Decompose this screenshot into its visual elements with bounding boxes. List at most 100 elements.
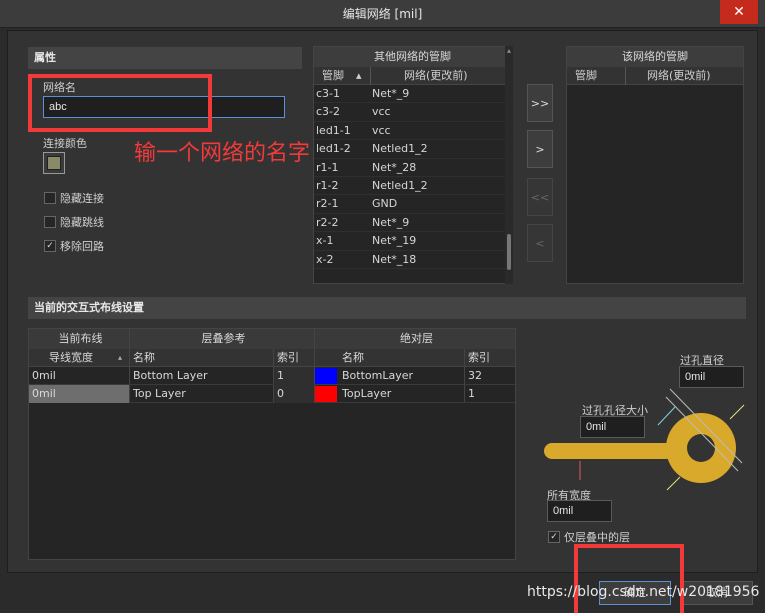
net-cell: Net*_9: [372, 215, 410, 229]
other-pins-list: c3-1 Net*_9 c3-2 vcc led1-1 vcc led1-2 Netled1_…: [314, 85, 511, 269]
scrollbar-thumb[interactable]: [507, 234, 511, 270]
watermark: https://blog.csdn.net/w20181956: [527, 584, 760, 600]
col-net[interactable]: 网络(更改前): [647, 67, 711, 85]
abs-name-cell: BottomLayer: [342, 369, 414, 382]
all-width-input[interactable]: [547, 500, 612, 522]
table-row[interactable]: 0mil Top Layer 0 TopLayer 1: [29, 385, 515, 403]
close-button[interactable]: ✕: [720, 0, 758, 24]
col-abs-name[interactable]: 名称: [339, 349, 464, 367]
pin-cell: c3-2: [316, 105, 341, 119]
list-item[interactable]: r2-1 GND: [314, 195, 511, 214]
net-cell: vcc: [372, 105, 391, 119]
remove-loops-label: 移除回路: [60, 240, 104, 253]
list-item[interactable]: r1-1 Net*_28: [314, 159, 511, 177]
layer-name-cell: Top Layer: [133, 387, 186, 400]
trace-shape: [544, 443, 674, 459]
net-cell: Netled1_2: [372, 142, 428, 156]
pin-cell: c3-1: [316, 87, 341, 100]
move-all-left-button[interactable]: <<: [527, 178, 553, 216]
list-item[interactable]: c3-2 vcc: [314, 103, 511, 122]
color-picker[interactable]: [43, 152, 65, 174]
layer-color-swatch: [315, 368, 337, 384]
abs-index-cell: 32: [468, 369, 482, 382]
move-left-button[interactable]: <: [527, 224, 553, 262]
group-current: 当前布线: [58, 332, 103, 345]
hide-connections-label: 隐藏连接: [60, 192, 104, 205]
pin-cell: r1-1: [316, 160, 339, 174]
sort-icon: ▴: [118, 353, 123, 362]
properties-header: 属性: [28, 47, 302, 69]
list-item[interactable]: led1-2 Netled1_2: [314, 140, 511, 159]
pin-cell: led1-2: [316, 142, 351, 156]
col-index[interactable]: 索引: [274, 349, 314, 367]
net-cell: vcc: [372, 123, 391, 137]
table-row[interactable]: 0mil Bottom Layer 1 BottomLayer 32: [29, 367, 515, 385]
abs-index-cell: 1: [468, 387, 475, 400]
net-cell: Net*_28: [372, 160, 417, 174]
col-pin[interactable]: 管脚: [322, 67, 344, 85]
other-pins-column-header: 管脚 ▴ 网络(更改前): [314, 67, 511, 85]
list-item[interactable]: led1-1 vcc: [314, 122, 511, 141]
list-item[interactable]: x-2 Net*_18: [314, 251, 511, 269]
routing-header: 当前的交互式布线设置: [28, 297, 746, 319]
via-diameter-input[interactable]: [679, 366, 744, 388]
hole-pointer: [657, 406, 676, 426]
pin-cell: led1-1: [316, 123, 351, 137]
annotation-box-ok: [574, 544, 684, 613]
diameter-pointer: [729, 404, 745, 420]
net-cell: Net*_19: [372, 234, 417, 248]
net-cell: Net*_9: [372, 87, 410, 100]
abs-name-cell: TopLayer: [342, 387, 392, 400]
color-label: 连接颜色: [43, 137, 87, 150]
diameter-pointer: [666, 476, 681, 491]
list-item[interactable]: c3-1 Net*_9: [314, 85, 511, 104]
other-pins-panel: 其他网络的管脚 管脚 ▴ 网络(更改前) c3-1 Net*_9 c3-2 vcc le…: [313, 46, 512, 284]
pin-cell: r2-1: [316, 197, 339, 211]
this-pins-column-header: 管脚 网络(更改前): [567, 67, 743, 85]
hide-jumpers-label: 隐藏跳线: [60, 216, 104, 229]
routing-group-header: 当前布线 层叠参考 绝对层: [29, 329, 515, 349]
move-all-right-button[interactable]: >>: [527, 84, 553, 122]
index-cell: 0: [274, 385, 314, 403]
list-item[interactable]: r2-2 Net*_9: [314, 214, 511, 233]
col-pin[interactable]: 管脚: [575, 67, 597, 85]
remove-loops-checkbox[interactable]: ✓: [44, 240, 56, 252]
stack-only-checkbox[interactable]: ✓: [548, 531, 560, 543]
pin-cell: r2-2: [316, 215, 339, 229]
sort-icon: ▴: [356, 69, 362, 82]
other-pins-header: 其他网络的管脚: [314, 47, 511, 67]
width-cell: 0mil: [29, 385, 129, 403]
annotation-box: [28, 74, 212, 132]
routing-column-header: 导线宽度 ▴ 名称 索引 名称 索引: [29, 349, 515, 367]
col-name[interactable]: 名称: [130, 349, 273, 367]
layer-name-cell: Bottom Layer: [133, 369, 208, 382]
hide-connections-checkbox[interactable]: [44, 192, 56, 204]
net-cell: Net*_18: [372, 252, 417, 266]
pin-cell: x-1: [316, 234, 334, 248]
color-swatch: [47, 156, 61, 170]
layer-color-swatch: [315, 386, 337, 402]
scroll-up-icon[interactable]: ▴: [505, 46, 513, 55]
col-width[interactable]: 导线宽度: [29, 349, 129, 367]
group-stack: 层叠参考: [201, 332, 246, 345]
annotation-text: 输一个网络的名字: [134, 141, 311, 166]
pin-cell: x-2: [316, 252, 334, 266]
index-cell: 1: [274, 367, 314, 385]
pin-cell: r1-2: [316, 178, 339, 192]
this-pins-panel: 该网络的管脚 管脚 网络(更改前): [566, 46, 744, 284]
net-cell: Netled1_2: [372, 178, 428, 192]
stack-only-label: 仅层叠中的层: [564, 531, 630, 544]
via-hole: [687, 434, 715, 462]
via-hole-input[interactable]: [580, 416, 645, 438]
col-abs-index[interactable]: 索引: [465, 349, 515, 367]
window-title: 编辑网络 [mil]: [342, 7, 423, 21]
routing-table: 当前布线 层叠参考 绝对层 导线宽度 ▴ 名称 索引 名称 索引 0mil Bot…: [28, 328, 516, 560]
net-cell: GND: [372, 197, 398, 211]
col-net[interactable]: 网络(更改前): [404, 67, 468, 85]
group-absolute: 绝对层: [400, 332, 433, 345]
hide-jumpers-checkbox[interactable]: [44, 216, 56, 228]
other-pins-scrollbar[interactable]: ▴: [505, 46, 513, 284]
move-right-button[interactable]: >: [527, 130, 553, 168]
list-item[interactable]: x-1 Net*_19: [314, 232, 511, 251]
list-item[interactable]: r1-2 Netled1_2: [314, 177, 511, 196]
